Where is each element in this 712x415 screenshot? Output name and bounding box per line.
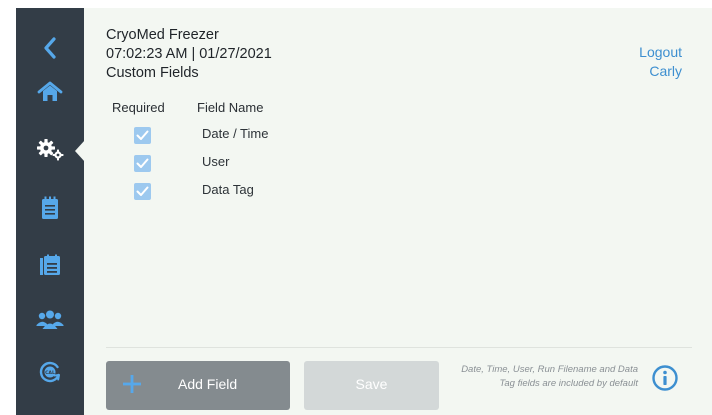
settings-icon [37,139,64,161]
add-field-label: Add Field [178,376,238,392]
footer-divider [106,347,692,348]
back-button[interactable] [16,26,84,70]
logout-button[interactable]: Logout Carly [639,43,682,81]
datetime: 07:02:23 AM | 01/27/2021 [106,46,272,62]
info-icon[interactable] [651,364,679,392]
list-calendar-icon [40,254,60,275]
add-field-button[interactable]: Add Field [106,361,290,410]
sidebar-item-log[interactable] [16,186,84,230]
save-button[interactable]: Save [304,361,439,410]
sidebar-item-settings[interactable] [16,128,84,172]
header: CryoMed Freezer 07:02:23 AM | 01/27/2021… [106,26,272,83]
back-icon [44,37,56,59]
field-name: User [202,154,230,169]
username: Carly [649,63,682,79]
column-header-field-name: Field Name [197,100,264,115]
field-name: Data Tag [202,182,254,197]
table-row: Data Tag [84,180,712,204]
app-frame: CAL CryoMed Freezer 07:02:23 AM | 01/27/… [0,0,712,415]
table-row: Date / Time [84,124,712,148]
column-header-required: Required [112,100,165,115]
users-icon [36,310,64,329]
required-checkbox[interactable] [134,155,151,172]
home-icon [37,81,63,101]
sidebar-item-calibration[interactable]: CAL [16,350,84,394]
sidebar-item-users[interactable] [16,298,84,342]
sidebar: CAL [16,8,85,415]
required-checkbox[interactable] [134,183,151,200]
default-fields-note: Date, Time, User, Run Filename and Data … [461,364,638,389]
sidebar-item-home[interactable] [16,70,84,114]
page-title: Custom Fields [106,65,199,81]
main-content: CryoMed Freezer 07:02:23 AM | 01/27/2021… [84,8,712,415]
logout-label: Logout [639,44,682,60]
field-name: Date / Time [202,126,269,141]
required-checkbox[interactable] [134,127,151,144]
app-title: CryoMed Freezer [106,27,219,43]
calibration-icon: CAL [39,361,60,383]
save-label: Save [355,376,388,392]
sidebar-item-schedule[interactable] [16,243,84,287]
table-row: User [84,152,712,176]
check-icon [136,158,149,168]
clipboard-icon [42,196,58,219]
svg-text:CAL: CAL [45,370,55,376]
check-icon [136,186,149,196]
plus-icon [123,375,141,393]
check-icon [136,130,149,140]
